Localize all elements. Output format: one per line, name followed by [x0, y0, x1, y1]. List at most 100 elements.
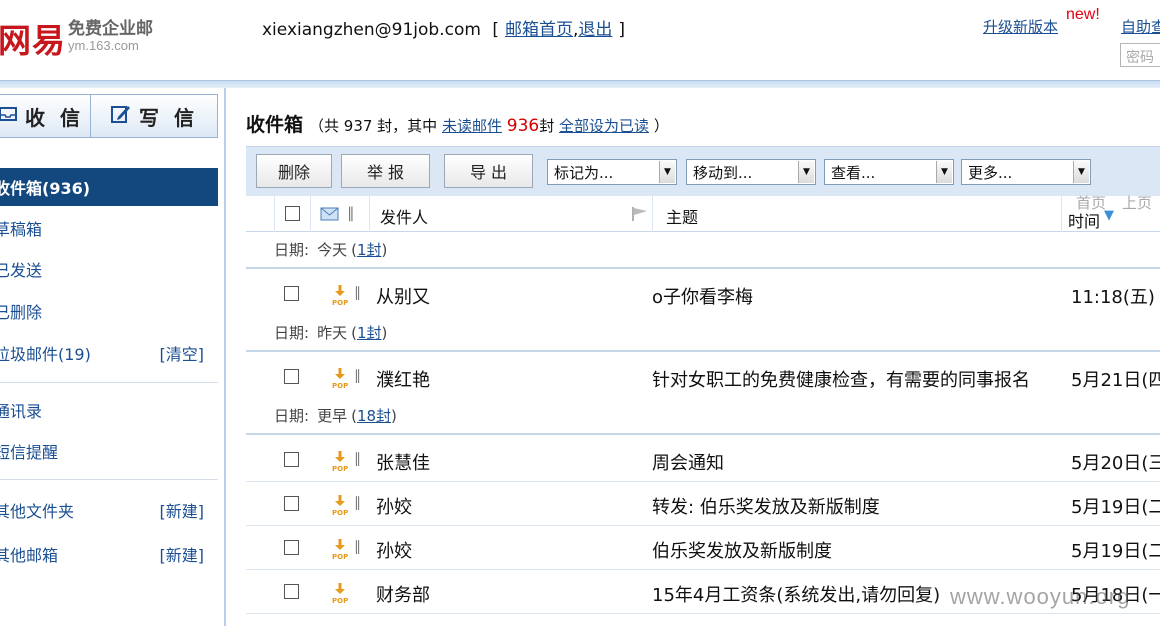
svg-text:POP: POP [332, 553, 348, 560]
folder-label: 短信提醒 [0, 443, 59, 462]
mail-sender: 濮红艳 [376, 370, 430, 391]
attachment-column-icon: ∥ [347, 204, 355, 222]
folder-label: 已发送 [0, 261, 43, 280]
date-label: 日期: [274, 407, 310, 425]
column-separator [1061, 196, 1062, 232]
group-count-link[interactable]: 1封 [357, 239, 382, 260]
logo-domain: ym.163.com [68, 38, 139, 53]
mail-toolbar: 删除 举 报 导 出 标记为... ▼ 移动到... ▼ 查看... ▼ 更多.… [246, 146, 1160, 196]
group-count-link[interactable]: 18封 [357, 405, 391, 426]
mail-sender: 孙姣 [376, 497, 412, 518]
pop-mail-icon: POP [331, 450, 349, 473]
dropdown-arrow-icon: ▼ [659, 161, 675, 183]
svg-text:POP: POP [332, 509, 348, 516]
sidebar-folder-item[interactable]: 垃圾邮件(19) [清空] [0, 333, 218, 373]
mail-row[interactable]: POP ∥ 从别又 o子你看李梅 11:18(五) [246, 272, 1160, 316]
help-link[interactable]: 自助查询 [1121, 16, 1160, 37]
compose-label: 写 信 [139, 105, 198, 130]
sidebar: 收 信 写 信 收件箱(936) 草稿箱已发送已删除垃圾邮件(19) [清空] 通讯录… [0, 88, 226, 626]
mail-checkbox[interactable] [284, 540, 299, 555]
new-badge: new! [1066, 6, 1100, 23]
svg-text:POP: POP [332, 299, 348, 306]
mail-checkbox[interactable] [284, 496, 299, 511]
mail-time: 5月19日(二) [1071, 541, 1160, 562]
sender-column-header[interactable]: 发件人 [380, 204, 428, 228]
mark-all-read-link[interactable]: 全部设为已读 [559, 117, 649, 135]
pop-mail-icon: POP [331, 367, 349, 390]
sidebar-folder-item[interactable]: 通讯录 [0, 390, 218, 430]
mail-subject[interactable]: o子你看李梅 [652, 283, 1066, 309]
date-label: 日期: [274, 241, 310, 259]
column-separator [310, 196, 311, 232]
logo-product: 免费企业邮 [68, 19, 153, 39]
mail-row[interactable]: POP ∥ 濮红艳 针对女职工的免费健康检查，有需要的同事报名5月21日(四) [246, 355, 1160, 399]
mail-checkbox[interactable] [284, 452, 299, 467]
view-select[interactable]: 查看... ▼ [824, 159, 954, 185]
mail-row[interactable]: POP ∥ 孙姣 转发: 伯乐奖发放及新版制度5月19日(二) [246, 482, 1160, 526]
report-button[interactable]: 举 报 [341, 154, 430, 188]
paren-close: ) [381, 323, 388, 342]
move-to-select[interactable]: 移动到... ▼ [686, 159, 816, 185]
mail-sender: 张慧佳 [376, 453, 430, 474]
inbox-icon [0, 105, 17, 128]
mark-as-select[interactable]: 标记为... ▼ [547, 159, 677, 185]
more-select[interactable]: 更多... ▼ [961, 159, 1091, 185]
flag-icon[interactable] [631, 206, 649, 226]
sidebar-folder-item[interactable]: 已发送 [0, 249, 218, 289]
sidebar-folder-item[interactable]: 已删除 [0, 291, 218, 331]
mail-checkbox[interactable] [284, 286, 299, 301]
folder-action-link[interactable]: [清空] [160, 341, 205, 365]
mail-time: 5月19日(二) [1071, 497, 1160, 518]
paren-close: ) [391, 406, 397, 425]
sidebar-folder-item[interactable]: 其他邮箱 [新建] [0, 534, 218, 574]
top-header: 网易 免费企业邮 ym.163.com xiexiangzhen@91job.c… [0, 0, 1160, 80]
mail-checkbox[interactable] [284, 369, 299, 384]
select-all-checkbox[interactable] [285, 206, 300, 221]
logout-link[interactable]: 退出 [578, 20, 612, 40]
delete-button[interactable]: 删除 [256, 154, 332, 188]
export-button[interactable]: 导 出 [444, 154, 533, 188]
mail-row[interactable]: POP ∥ 张慧佳 周会通知5月20日(三) [246, 438, 1160, 482]
summary-text: （共 937 封，其中 [309, 117, 438, 135]
mail-subject[interactable]: 转发: 伯乐奖发放及新版制度 [652, 493, 1066, 519]
folder-label: 其他邮箱 [0, 546, 59, 565]
folder-action-link[interactable]: [新建] [160, 542, 205, 566]
mail-checkbox[interactable] [284, 584, 299, 599]
group-count-link[interactable]: 1封 [357, 322, 382, 343]
mail-time: 11:18(五) [1071, 287, 1155, 308]
bracket-close: ] [618, 20, 625, 40]
prev-page-link[interactable]: 上页 [1122, 192, 1152, 213]
password-input[interactable]: 密码 [1120, 43, 1160, 67]
attachment-icon: ∥ [354, 285, 361, 301]
mail-sender: 孙姣 [376, 541, 412, 562]
first-page-link[interactable]: 首页 [1076, 192, 1106, 213]
sidebar-divider [0, 382, 218, 383]
upgrade-link[interactable]: 升级新版本 [983, 16, 1058, 37]
mail-home-link[interactable]: 邮箱首页 [505, 20, 573, 40]
subject-column-header[interactable]: 主题 [666, 204, 698, 228]
sidebar-folder-item[interactable]: 草稿箱 [0, 208, 218, 248]
watermark-text: www.wooyun.org [950, 584, 1131, 609]
unread-mail-link[interactable]: 未读邮件 [442, 117, 502, 135]
sidebar-folder-item[interactable]: 其他文件夹 [新建] [0, 490, 218, 530]
receive-mail-button[interactable]: 收 信 [0, 94, 91, 138]
unread-count: 936 [506, 116, 540, 136]
svg-text:POP: POP [332, 382, 348, 389]
mail-subject[interactable]: 针对女职工的免费健康检查，有需要的同事报名 [652, 366, 1066, 392]
mail-row[interactable]: POP ∥ 孙姣 伯乐奖发放及新版制度5月19日(二) [246, 526, 1160, 570]
sidebar-folder-item[interactable]: 短信提醒 [0, 431, 218, 471]
sidebar-folder-item[interactable]: 收件箱(936) [0, 168, 218, 206]
folder-label: 垃圾邮件(19) [0, 345, 91, 364]
main-panel: 收件箱 （共 937 封，其中 未读邮件 936封 全部设为已读 ） 删除 举 报… [246, 88, 1160, 626]
page-title: 收件箱 [246, 114, 304, 136]
folder-action-link[interactable]: [新建] [160, 498, 205, 522]
compose-button[interactable]: 写 信 [90, 94, 218, 138]
mail-subject[interactable]: 伯乐奖发放及新版制度 [652, 537, 1066, 563]
date-group-header: 日期: 今天(1封) [246, 232, 1160, 269]
attachment-icon: ∥ [354, 368, 361, 384]
summary-close: ） [653, 117, 669, 135]
account-info: xiexiangzhen@91job.com [邮箱首页,退出] [262, 15, 631, 40]
mark-as-value: 标记为... [554, 163, 614, 182]
move-to-value: 移动到... [693, 163, 753, 182]
mail-subject[interactable]: 周会通知 [652, 449, 1066, 475]
